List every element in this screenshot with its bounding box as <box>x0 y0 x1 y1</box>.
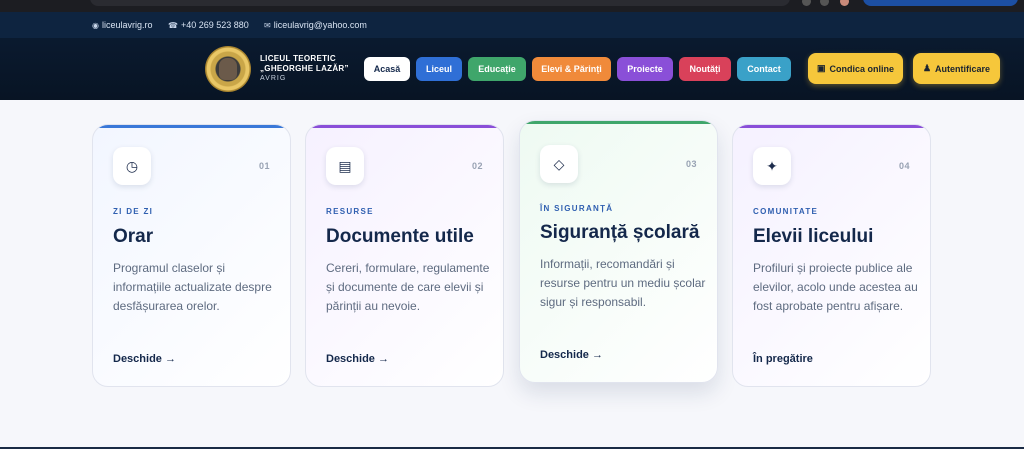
browser-button[interactable] <box>863 0 1018 6</box>
nav-elevi-parinti[interactable]: Elevi & Părinți <box>532 57 611 81</box>
nav-noutati[interactable]: Noutăți <box>679 57 731 81</box>
profile-avatar[interactable] <box>840 0 849 6</box>
nav-acasa[interactable]: Acasă <box>364 57 410 81</box>
document-icon: ▤ <box>326 147 364 185</box>
card-status: În pregătire <box>753 353 813 365</box>
website-link[interactable]: ◉ liceulavrig.ro <box>92 20 153 30</box>
browser-chrome <box>0 0 1024 12</box>
card-accent <box>520 121 717 124</box>
calendar-icon: ▣ <box>816 63 826 73</box>
card-accent <box>306 125 503 128</box>
diamond-icon: ◇ <box>540 145 578 183</box>
card-link[interactable]: Deschide → <box>540 349 603 361</box>
nav-educatie[interactable]: Educație <box>468 57 526 81</box>
card-siguranta[interactable]: ◇ 03 ÎN SIGURANȚĂ Siguranță școlară Info… <box>519 120 718 383</box>
nav-proiecte[interactable]: Proiecte <box>617 57 673 81</box>
browser-extension-icon[interactable] <box>820 0 829 6</box>
school-logo[interactable] <box>205 46 251 92</box>
card-accent <box>733 125 930 128</box>
browser-extension-icon[interactable] <box>802 0 811 6</box>
card-documente[interactable]: ▤ 02 RESURSE Documente utile Cereri, for… <box>305 124 504 387</box>
browser-address-bar[interactable] <box>90 0 790 6</box>
nav-contact[interactable]: Contact <box>737 57 791 81</box>
card-link[interactable]: Deschide → <box>326 353 389 365</box>
email-link[interactable]: ✉ liceulavrig@yahoo.com <box>264 20 367 30</box>
clock-icon: ◷ <box>113 147 151 185</box>
sparkle-icon: ✦ <box>753 147 791 185</box>
card-accent <box>93 125 290 128</box>
mail-icon: ✉ <box>264 20 271 30</box>
condica-online-button[interactable]: ▣ Condica online <box>808 53 903 84</box>
card-elevii[interactable]: ✦ 04 COMUNITATE Elevii liceului Profilur… <box>732 124 931 387</box>
login-button[interactable]: ♟ Autentificare <box>913 53 1000 84</box>
card-orar[interactable]: ◷ 01 ZI DE ZI Orar Programul claselor și… <box>92 124 291 387</box>
globe-icon: ◉ <box>92 20 99 30</box>
school-name[interactable]: LICEUL TEORETIC „GHEORGHE LAZĂR” AVRIG <box>260 54 349 84</box>
card-link[interactable]: Deschide → <box>113 353 176 365</box>
phone-icon: ☎ <box>168 20 178 30</box>
nav-liceul[interactable]: Liceul <box>416 57 462 81</box>
user-icon: ♟ <box>922 63 932 73</box>
contact-topbar: ◉ liceulavrig.ro ☎ +40 269 523 880 ✉ lic… <box>0 12 1024 38</box>
phone-link[interactable]: ☎ +40 269 523 880 <box>168 20 249 30</box>
